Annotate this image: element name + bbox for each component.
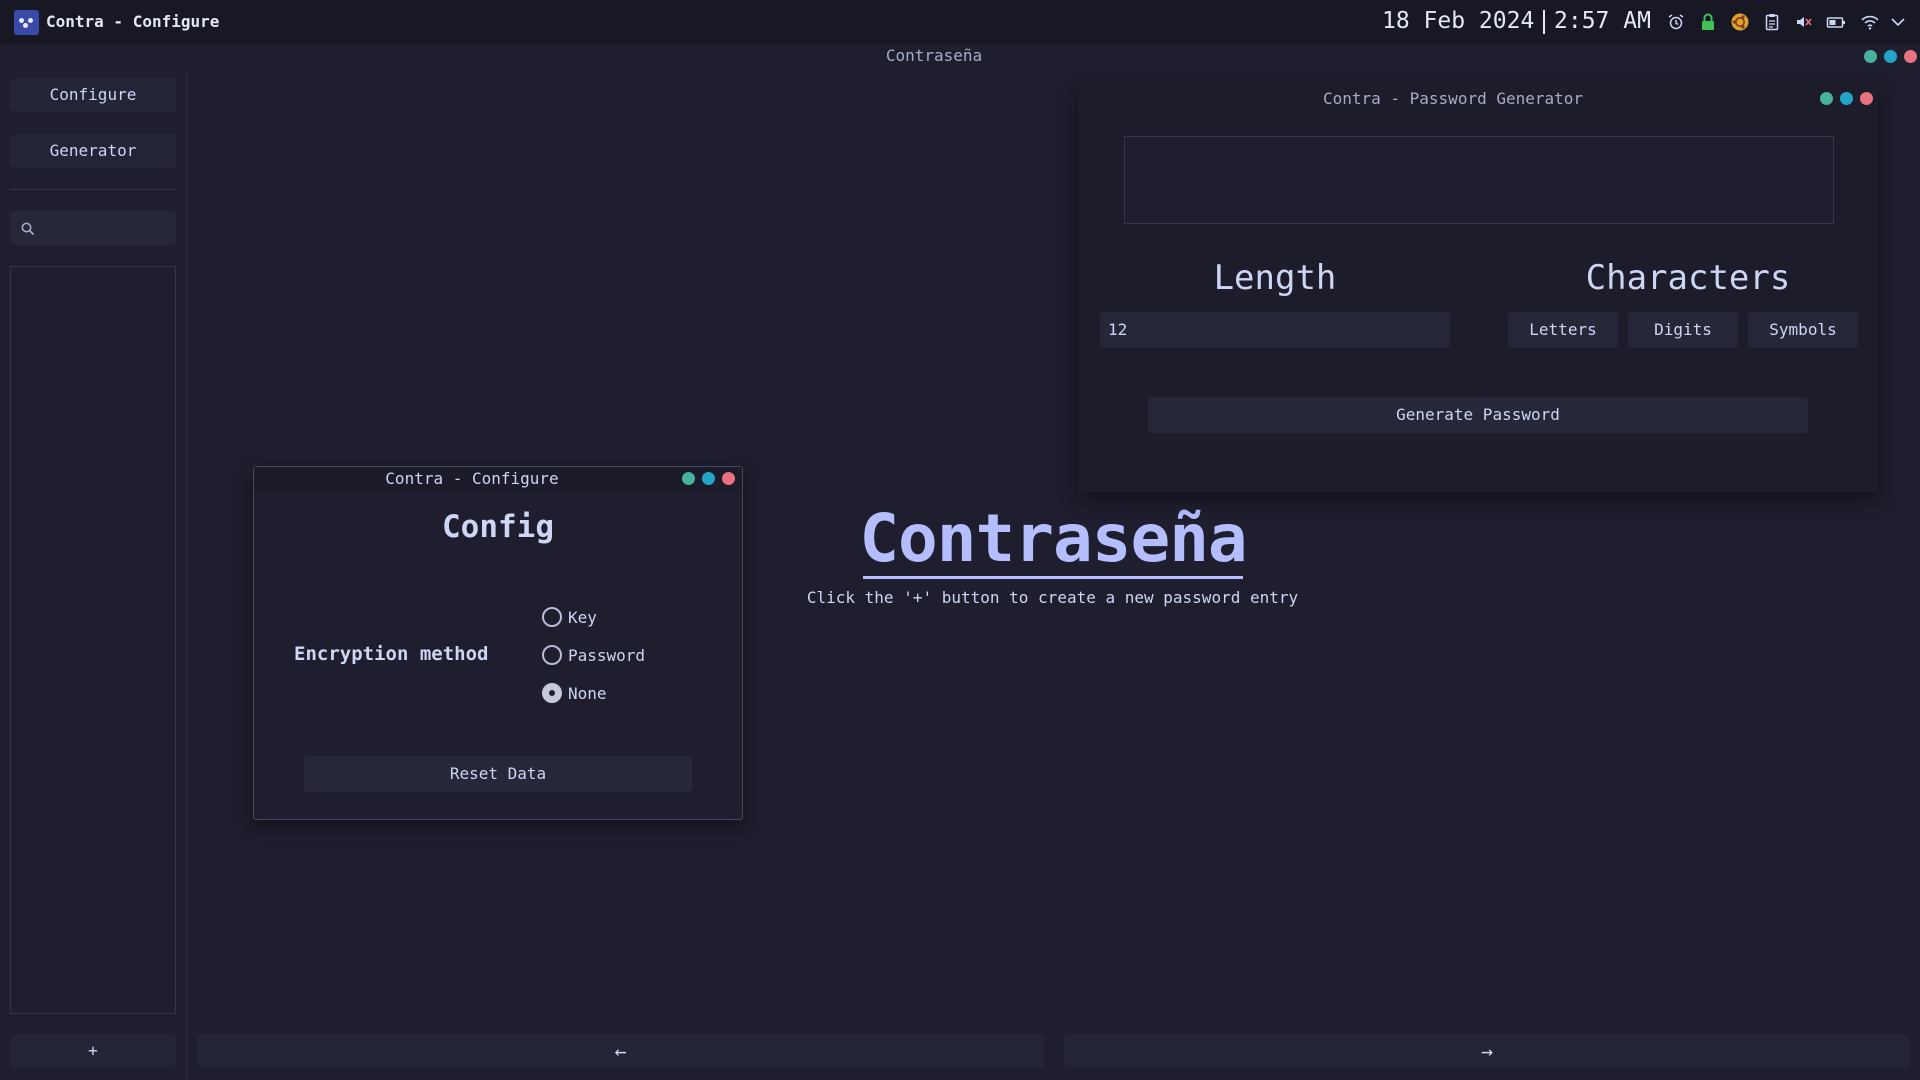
generator-window-title: Contra - Password Generator	[1322, 89, 1584, 108]
hero-subtitle: Click the '+' button to create a new pas…	[806, 588, 1299, 607]
battery-icon[interactable]	[1826, 12, 1846, 32]
hero-title-underline	[863, 576, 1243, 579]
radio-label: None	[568, 683, 607, 703]
minimize-button[interactable]	[682, 472, 695, 485]
sidebar-border	[186, 68, 187, 1080]
minimize-button[interactable]	[1864, 50, 1877, 63]
characters-heading: Characters	[1585, 258, 1791, 298]
sidebar-item-configure[interactable]: Configure	[10, 78, 176, 112]
sidebar-item-generator[interactable]: Generator	[10, 134, 176, 168]
generator-window-controls	[1820, 92, 1873, 105]
digits-toggle[interactable]: Digits	[1628, 312, 1738, 348]
generator-titlebar[interactable]: Contra - Password Generator	[1078, 86, 1878, 112]
add-entry-button[interactable]: +	[10, 1034, 176, 1068]
search-icon	[21, 222, 35, 236]
app-icon	[14, 10, 39, 35]
close-button[interactable]	[1904, 50, 1917, 63]
generated-password-output[interactable]	[1124, 136, 1834, 224]
length-field[interactable]: 12	[1100, 312, 1450, 348]
radio-button[interactable]	[542, 645, 562, 665]
length-heading: Length	[1213, 258, 1337, 298]
configure-window-controls	[682, 472, 735, 485]
ubuntu-icon[interactable]	[1730, 12, 1750, 32]
back-button[interactable]: ←	[197, 1034, 1044, 1068]
main-window-controls	[1864, 50, 1917, 63]
configure-titlebar[interactable]: Contra - Configure	[254, 467, 742, 491]
configure-window: Contra - Configure Config Encryption met…	[253, 466, 743, 820]
clock-divider	[1543, 10, 1545, 34]
letters-toggle[interactable]: Letters	[1508, 312, 1618, 348]
radio-button[interactable]	[542, 607, 562, 627]
configure-window-title: Contra - Configure	[385, 469, 559, 488]
password-generator-window: Contra - Password Generator Length Chara…	[1078, 86, 1878, 492]
maximize-button[interactable]	[1884, 50, 1897, 63]
generate-password-button[interactable]: Generate Password	[1148, 397, 1808, 433]
clipboard-icon[interactable]	[1762, 12, 1782, 32]
forward-button[interactable]: →	[1064, 1034, 1910, 1068]
lock-icon[interactable]	[1698, 12, 1718, 32]
maximize-button[interactable]	[702, 472, 715, 485]
alarm-icon[interactable]	[1666, 12, 1686, 32]
symbols-toggle[interactable]: Symbols	[1748, 312, 1858, 348]
radio-label: Key	[568, 607, 597, 627]
reset-data-button[interactable]: Reset Data	[304, 756, 692, 792]
password-entry-list[interactable]	[10, 266, 176, 1014]
close-button[interactable]	[722, 472, 735, 485]
main-window-title: Contraseña	[885, 46, 983, 65]
active-window-title: Contra - Configure	[46, 12, 220, 31]
clock-date[interactable]: 18 Feb 2024	[1382, 8, 1534, 34]
radio-password[interactable]: Password	[542, 643, 645, 667]
sidebar-divider	[10, 189, 176, 190]
encryption-method-label: Encryption method	[294, 643, 489, 665]
minimize-button[interactable]	[1820, 92, 1833, 105]
config-heading: Config	[442, 509, 554, 545]
radio-key[interactable]: Key	[542, 605, 597, 629]
radio-label: Password	[568, 645, 646, 665]
close-button[interactable]	[1860, 92, 1873, 105]
radio-button[interactable]	[542, 683, 562, 703]
chevron-down-icon[interactable]	[1888, 12, 1908, 32]
clock-time[interactable]: 2:57 AM	[1554, 8, 1651, 34]
search-input[interactable]	[10, 211, 176, 245]
radio-none[interactable]: None	[542, 681, 607, 705]
volume-muted-icon[interactable]	[1794, 12, 1814, 32]
wifi-icon[interactable]	[1860, 12, 1880, 32]
maximize-button[interactable]	[1840, 92, 1853, 105]
system-top-bar: Contra - Configure 18 Feb 2024 2:57 AM	[0, 0, 1920, 44]
hero-title: Contraseña	[859, 500, 1247, 577]
